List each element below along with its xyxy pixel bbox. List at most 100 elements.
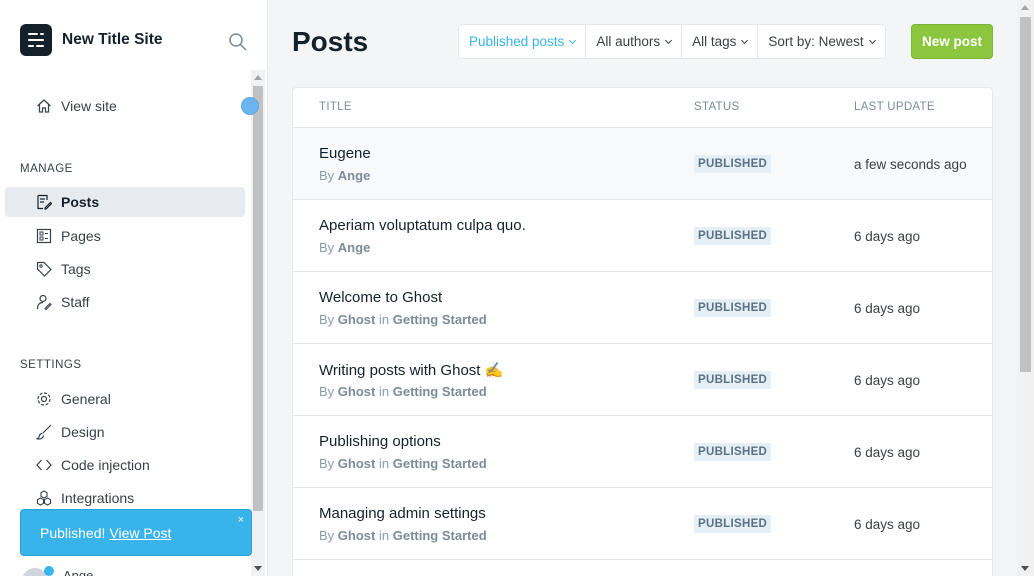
posts-table: TITLE STATUS LAST UPDATE Eugene By Ange … — [292, 87, 993, 576]
gear-icon — [36, 391, 52, 407]
main-scroll-thumb[interactable] — [1020, 17, 1031, 372]
main-scrollbar[interactable] — [1017, 0, 1034, 576]
site-title: New Title Site — [62, 31, 163, 48]
last-update: 6 days ago — [854, 373, 921, 388]
post-meta: By Ange — [319, 240, 371, 255]
table-row[interactable]: Aperiam voluptatum culpa quo. By Ange PU… — [293, 200, 992, 272]
chevron-down-icon — [665, 36, 673, 44]
view-post-link[interactable]: View Post — [109, 525, 171, 541]
sidebar-item-general[interactable]: General — [5, 384, 245, 414]
sidebar: New Title Site View site MANAGE Posts Pa… — [0, 0, 268, 576]
new-post-button[interactable]: New post — [911, 24, 993, 59]
table-row[interactable]: Welcome to Ghost By Ghost in Getting Sta… — [293, 272, 992, 344]
page-title: Posts — [292, 26, 369, 57]
post-meta: By Ghost in Getting Started — [319, 384, 487, 399]
sidebar-item-label: General — [61, 391, 111, 407]
status-badge: PUBLISHED — [694, 443, 772, 461]
post-meta: By Ange — [319, 168, 371, 183]
scroll-up-icon[interactable] — [1021, 5, 1029, 10]
settings-section-title: SETTINGS — [20, 359, 82, 371]
post-tag: Getting Started — [392, 528, 487, 543]
staff-icon — [36, 294, 52, 311]
post-title[interactable]: Publishing options — [319, 433, 441, 450]
site-logo-icon — [20, 24, 52, 56]
home-icon — [36, 98, 52, 114]
filter-label: All authors — [596, 34, 661, 49]
site-brand[interactable]: New Title Site — [20, 24, 163, 56]
post-author: Ghost — [337, 312, 376, 327]
chevron-down-icon — [569, 36, 577, 44]
post-title[interactable]: Managing admin settings — [319, 505, 486, 522]
sidebar-item-label: Design — [61, 424, 105, 440]
last-update: 6 days ago — [854, 229, 921, 244]
post-author: Ghost — [337, 384, 376, 399]
sidebar-item-label: Integrations — [61, 490, 135, 506]
brush-icon — [35, 424, 52, 440]
status-badge: PUBLISHED — [694, 227, 772, 245]
last-update: 6 days ago — [854, 445, 921, 460]
search-icon[interactable] — [228, 32, 248, 52]
post-tag: Getting Started — [392, 312, 487, 327]
status-badge: PUBLISHED — [694, 515, 772, 533]
post-meta: By Ghost in Getting Started — [319, 312, 487, 327]
post-author: Ghost — [337, 528, 376, 543]
post-tag: Getting Started — [392, 384, 487, 399]
user-name[interactable]: Ange — [63, 568, 93, 576]
sidebar-scroll-thumb[interactable] — [253, 86, 263, 511]
post-filters: Published posts All authors All tags Sor… — [458, 24, 886, 59]
sidebar-item-label: Pages — [61, 228, 101, 244]
manage-section-title: MANAGE — [20, 163, 73, 175]
table-row[interactable]: Writing posts with Ghost ✍️ By Ghost in … — [293, 344, 992, 416]
integrations-icon — [36, 490, 52, 506]
scroll-down-icon[interactable] — [1021, 566, 1029, 571]
post-tag: Getting Started — [392, 456, 487, 471]
sidebar-item-label: Code injection — [61, 457, 150, 473]
toast-text: Published! — [40, 524, 106, 541]
filter-tags[interactable]: All tags — [682, 25, 759, 58]
sidebar-scrollbar[interactable] — [251, 70, 265, 576]
sidebar-item-label: Tags — [61, 261, 91, 277]
tag-icon — [36, 261, 52, 277]
sidebar-item-label: Staff — [61, 294, 90, 310]
last-update: 6 days ago — [854, 517, 921, 532]
column-status: STATUS — [694, 101, 740, 113]
post-title[interactable]: Welcome to Ghost — [319, 289, 442, 306]
table-row[interactable]: Eugene By Ange PUBLISHED a few seconds a… — [293, 128, 992, 200]
post-title[interactable]: Eugene — [319, 145, 371, 162]
post-author: Ange — [337, 168, 371, 183]
post-meta: By Ghost in Getting Started — [319, 528, 487, 543]
sidebar-item-tags[interactable]: Tags — [5, 254, 245, 284]
sidebar-item-label: Posts — [61, 194, 100, 210]
sidebar-item-staff[interactable]: Staff — [5, 287, 245, 317]
scroll-up-icon[interactable] — [254, 75, 262, 80]
filter-status[interactable]: Published posts — [459, 25, 587, 58]
table-header: TITLE STATUS LAST UPDATE — [293, 88, 992, 128]
table-row[interactable]: Publishing options By Ghost in Getting S… — [293, 416, 992, 488]
status-badge: PUBLISHED — [694, 371, 772, 389]
filter-authors[interactable]: All authors — [586, 25, 683, 58]
post-title[interactable]: Aperiam voluptatum culpa quo. — [319, 217, 526, 234]
view-site-label: View site — [61, 98, 117, 114]
filter-label: Published posts — [469, 34, 565, 49]
sidebar-item-pages[interactable]: Pages — [5, 221, 245, 251]
sidebar-item-posts[interactable]: Posts — [5, 187, 245, 217]
chevron-down-icon — [868, 36, 876, 44]
close-icon[interactable]: × — [238, 514, 244, 526]
filter-label: All tags — [692, 34, 737, 49]
post-author: Ange — [337, 240, 371, 255]
post-title[interactable]: Writing posts with Ghost ✍️ — [319, 361, 503, 379]
chevron-down-icon — [741, 36, 749, 44]
sidebar-item-code-injection[interactable]: Code injection — [5, 450, 245, 480]
sidebar-item-design[interactable]: Design — [5, 417, 245, 447]
filter-sort[interactable]: Sort by: Newest — [758, 25, 884, 58]
table-row[interactable]: Managing admin settings By Ghost in Gett… — [293, 488, 992, 560]
published-toast: Published! View Post × — [20, 509, 252, 556]
posts-icon — [36, 194, 53, 210]
notification-dot[interactable] — [241, 97, 259, 115]
view-site-link[interactable]: View site — [5, 91, 245, 121]
post-meta: By Ghost in Getting Started — [319, 456, 487, 471]
scroll-down-icon[interactable] — [254, 566, 262, 571]
column-last-update: LAST UPDATE — [854, 101, 935, 113]
code-icon — [36, 457, 52, 473]
last-update: a few seconds ago — [854, 157, 967, 172]
